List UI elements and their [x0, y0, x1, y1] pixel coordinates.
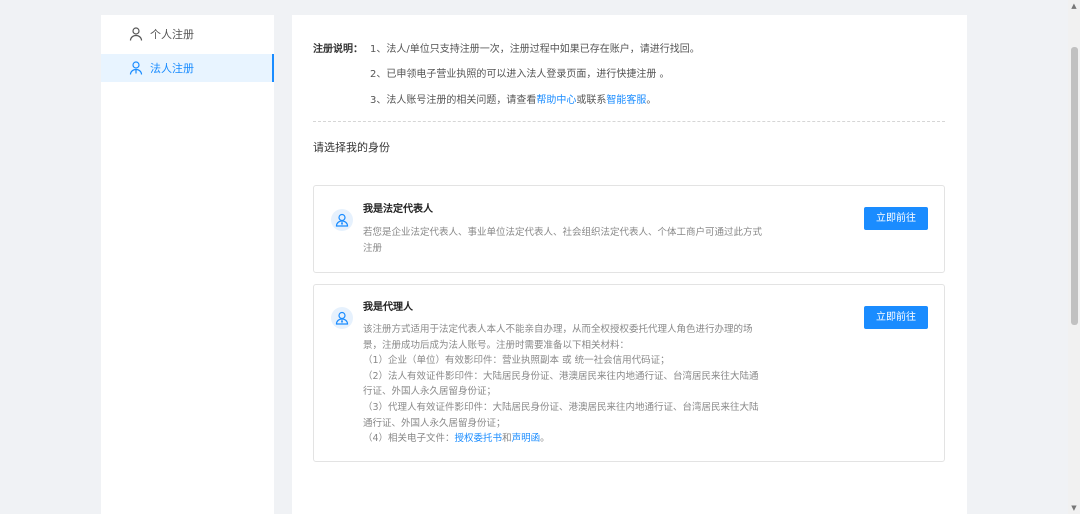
- desc-line: （2）法人有效证件影印件：大陆居民身份证、港澳居民来往内地通行证、台湾居民来往大…: [363, 370, 759, 382]
- authorization-letter-link[interactable]: 授权委托书: [455, 433, 503, 444]
- notice-line-1: 1、法人/单位只支持注册一次，注册过程中如果已存在账户，请进行找回。: [370, 44, 700, 55]
- notice-title: 注册说明：: [313, 44, 363, 55]
- legal-rep-description: 若您是企业法定代表人、事业单位法定代表人、社会组织法定代表人、个体工商户可通过此…: [363, 225, 803, 256]
- agent-avatar-icon: [331, 307, 353, 329]
- main-panel: 注册说明： 1、法人/单位只支持注册一次，注册过程中如果已存在账户，请进行找回。…: [292, 15, 967, 514]
- legal-rep-avatar-icon: [331, 209, 353, 231]
- desc-line: （4）相关电子文件：授权委托书和声明函。: [363, 431, 803, 447]
- user-icon: [128, 26, 144, 42]
- desc-line-suffix: 。: [540, 433, 550, 445]
- divider: [313, 121, 945, 122]
- agent-go-button[interactable]: 立即前往: [864, 306, 928, 329]
- desc-line: 若您是企业法定代表人、事业单位法定代表人、社会组织法定代表人、个体工商户可通过此…: [363, 227, 763, 238]
- notice-line-3: 3、法人账号注册的相关问题，请查看帮助中心或联系智能客服。: [370, 91, 656, 106]
- agent-title: 我是代理人: [363, 302, 413, 313]
- desc-line: 该注册方式适用于法定代表人本人不能亲自办理，从而全权授权委托代理人角色进行办理的…: [363, 324, 753, 335]
- sidebar-item-legal-person-registration[interactable]: 法人注册: [101, 54, 274, 82]
- sidebar-item-label: 个人注册: [150, 28, 194, 41]
- sidebar-item-personal-registration[interactable]: 个人注册: [101, 20, 274, 48]
- scrollbar-thumb[interactable]: [1071, 47, 1078, 325]
- desc-line-prefix: （4）相关电子文件：: [363, 433, 455, 445]
- legal-rep-go-button[interactable]: 立即前往: [864, 207, 928, 230]
- agent-card: 我是代理人 该注册方式适用于法定代表人本人不能亲自办理，从而全权授权委托代理人角…: [313, 284, 945, 462]
- help-center-link[interactable]: 帮助中心: [536, 95, 576, 106]
- notice-line-2: 2、已申领电子营业执照的可以进入法人登录页面，进行快捷注册 。: [370, 69, 670, 80]
- legal-rep-title: 我是法定代表人: [363, 204, 433, 215]
- desc-line: （3）代理人有效证件影印件：大陆居民身份证、港澳居民来往内地通行证、台湾居民来往…: [363, 401, 759, 413]
- desc-line: 行证、外国人永久居留身份证；: [363, 386, 497, 398]
- legal-rep-card: 我是法定代表人 若您是企业法定代表人、事业单位法定代表人、社会组织法定代表人、个…: [313, 185, 945, 273]
- notice-line-3-prefix: 3、法人账号注册的相关问题，请查看: [370, 95, 537, 106]
- desc-line: 景，注册成功后成为法人账号。注册时需要准备以下相关材料：: [363, 339, 630, 351]
- scroll-up-arrow-icon[interactable]: ▲: [1070, 2, 1078, 10]
- sidebar-item-label: 法人注册: [150, 62, 194, 75]
- scroll-down-arrow-icon[interactable]: ▼: [1070, 504, 1078, 512]
- sidebar: 个人注册 法人注册: [101, 15, 274, 514]
- notice-line-3-suffix: 。: [646, 95, 657, 106]
- desc-line: （1）企业（单位）有效影印件：营业执照副本 或 统一社会信用代码证；: [363, 355, 670, 367]
- notice-line-3-mid: 或联系: [576, 95, 607, 106]
- desc-line: 注册: [363, 242, 383, 254]
- section-title: 请选择我的身份: [313, 141, 390, 154]
- agent-description: 该注册方式适用于法定代表人本人不能亲自办理，从而全权授权委托代理人角色进行办理的…: [363, 322, 803, 447]
- desc-line-mid: 和: [502, 433, 512, 445]
- legal-person-icon: [128, 60, 144, 76]
- declaration-letter-link[interactable]: 声明函: [512, 433, 541, 444]
- smart-service-link[interactable]: 智能客服: [606, 95, 646, 106]
- desc-line: 通行证、外国人永久居留身份证；: [363, 417, 506, 429]
